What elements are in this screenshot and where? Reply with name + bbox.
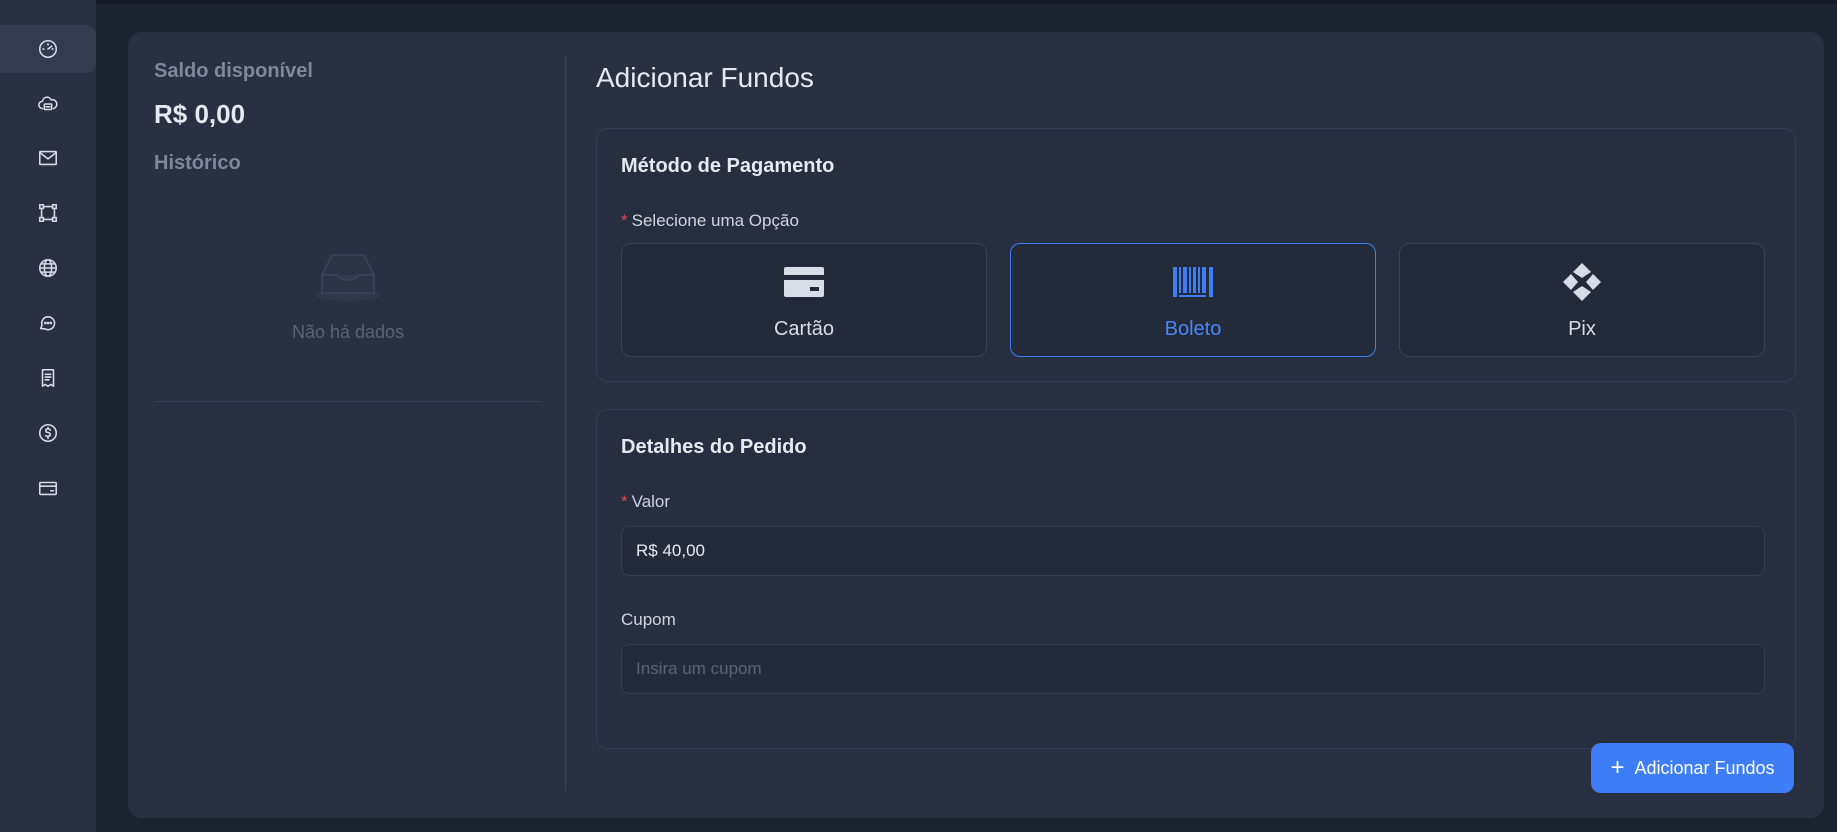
column-divider [565,56,566,791]
balance-section: Saldo disponível R$ 0,00 Histórico [154,60,542,175]
payment-option-boleto-label: Boleto [1164,318,1222,340]
select-option-label: * Selecione uma Opção [621,211,799,231]
sidebar-item-cards[interactable] [0,464,96,512]
page-title: Adicionar Fundos [596,62,814,93]
sidebar-item-mail[interactable] [0,134,96,182]
dashboard-icon [38,39,58,59]
mail-icon [38,150,58,166]
sidebar-item-dashboard[interactable] [0,25,96,73]
empty-inbox-icon [314,254,382,301]
payment-option-card[interactable]: Cartão [621,243,987,357]
payment-method-title: Método de Pagamento [621,155,835,177]
value-label-text: Valor [631,492,671,511]
empty-state-text: Não há dados [291,322,405,342]
credit-card-icon [38,481,58,496]
order-details-panel: Detalhes do Pedido *Valor Cupom [596,409,1796,749]
order-details-title: Detalhes do Pedido [621,436,807,458]
sidebar-item-network[interactable] [0,189,96,237]
card-icon [784,267,824,297]
select-option-text: Selecione uma Opção [631,211,799,230]
main-card: Saldo disponível R$ 0,00 Histórico Não h… [128,32,1824,818]
payment-option-pix-label: Pix [1568,318,1596,340]
cloud-server-icon [38,96,58,111]
sidebar-item-billing[interactable] [0,409,96,457]
required-mark: * [621,211,628,230]
payment-options: Cartão Boleto Pix [621,243,1765,357]
sidebar-item-chat[interactable] [0,299,96,347]
payment-option-boleto[interactable]: Boleto [1010,243,1376,357]
pix-icon [1563,263,1601,301]
sidebar-item-globe[interactable] [0,244,96,292]
payment-method-panel: Método de Pagamento * Selecione uma Opção… [596,128,1796,382]
barcode-icon [1173,267,1213,297]
value-input[interactable] [621,526,1765,576]
dollar-icon [38,423,58,443]
sidebar-item-cloud-server[interactable] [0,80,96,128]
globe-icon [38,258,58,278]
top-bar [0,0,1837,4]
network-nodes-icon [38,203,58,223]
required-mark: * [621,492,628,511]
sidebar-item-invoice[interactable] [0,354,96,402]
value-label: * Valor [621,492,670,512]
payment-option-card-label: Cartão [773,318,835,340]
history-divider [154,401,542,402]
add-funds-button-label: Adicionar Fundos [1634,757,1775,778]
balance-value: R$ 0,00 [154,99,246,129]
sidebar [0,0,96,832]
balance-label: Saldo disponível [154,60,313,82]
payment-option-pix[interactable]: Pix [1399,243,1765,357]
coupon-input[interactable] [621,644,1765,694]
chat-icon [39,316,56,331]
add-funds-button[interactable]: + Adicionar Fundos [1591,743,1794,793]
invoice-icon [41,368,55,388]
history-label: Histórico [154,152,241,174]
plus-icon: + [1610,754,1625,781]
coupon-label: Cupom [621,610,676,629]
empty-state: Não há dados [154,247,542,343]
